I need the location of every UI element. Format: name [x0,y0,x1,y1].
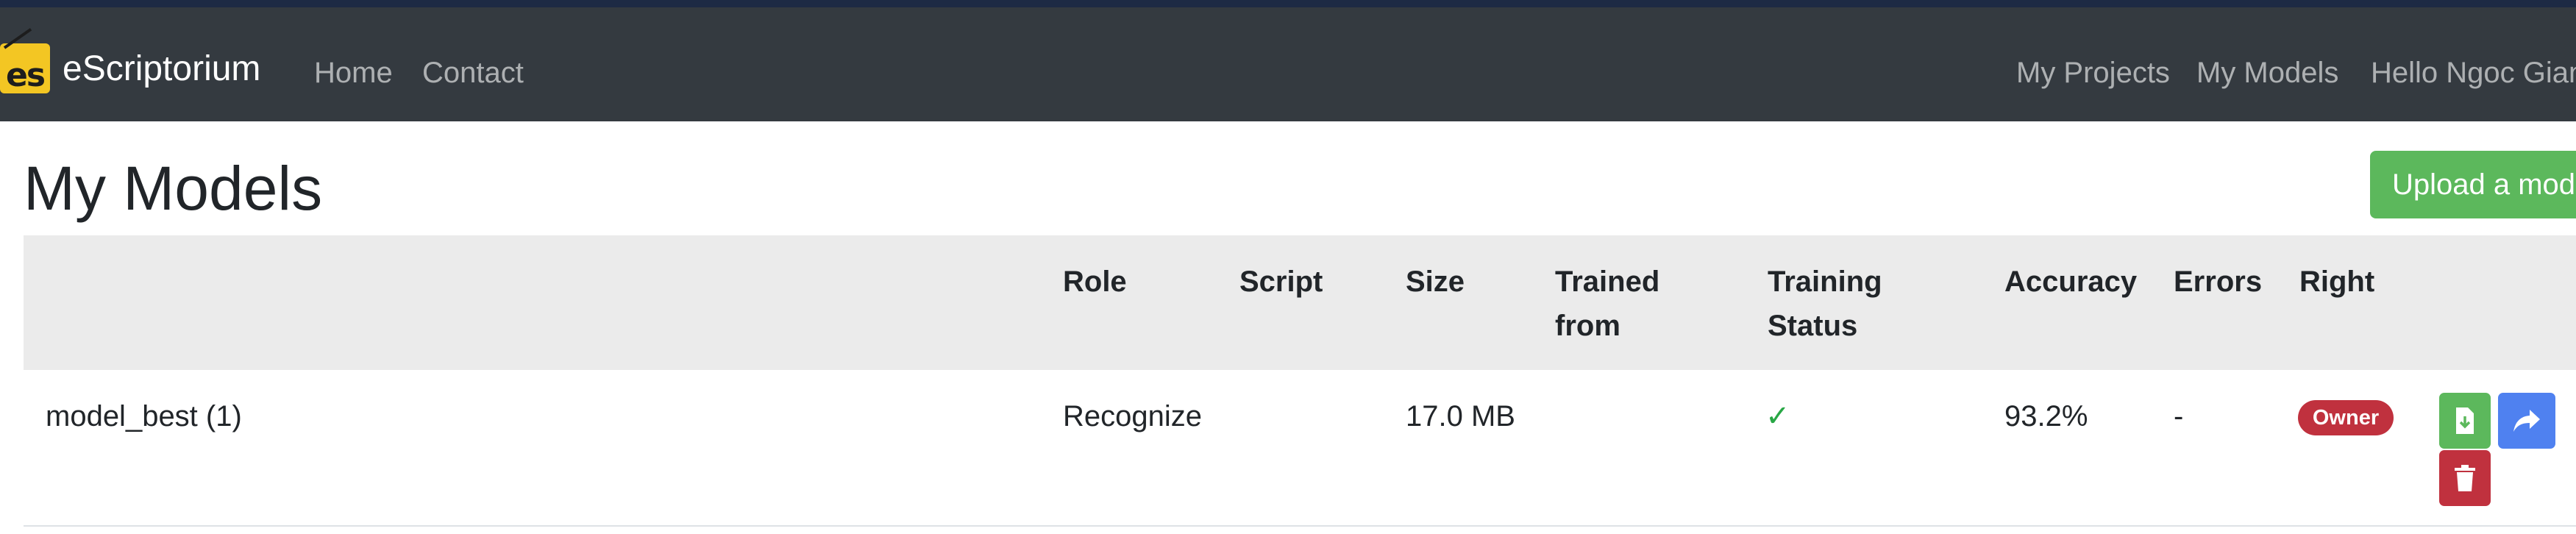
header-script: Script [1239,266,1323,298]
table-row [24,370,2576,527]
logo-text: es [5,57,46,94]
nav-my-projects-link[interactable]: My Projects [2016,55,2170,90]
header-role: Role [1063,266,1127,298]
upload-model-button[interactable]: Upload a model [2370,151,2576,218]
model-role: Recognize [1063,400,1203,432]
model-errors: - [2174,400,2184,432]
header-trained-from-line2: from [1555,310,1620,342]
model-accuracy: 93.2% [2004,400,2088,432]
nav-contact-link[interactable]: Contact [422,55,524,90]
download-model-button[interactable] [2439,393,2491,449]
trash-icon [2455,465,2475,491]
nav-user-menu[interactable]: Hello Ngoc Giang [2371,55,2576,90]
navbar: es eScriptorium Home Contact My Projects… [0,7,2576,121]
share-model-button[interactable] [2498,393,2555,449]
model-size: 17.0 MB [1406,400,1515,432]
window-top-border [0,0,2576,7]
owner-badge: Owner [2298,400,2394,435]
header-errors: Errors [2174,266,2263,298]
model-name[interactable]: model_best (1) [46,394,242,438]
nav-home-link[interactable]: Home [314,55,393,90]
delete-model-button[interactable] [2439,450,2491,506]
check-icon: ✓ [1765,399,1790,433]
brand-name[interactable]: eScriptorium [63,49,260,90]
header-size: Size [1406,266,1465,298]
header-trained-from-line1: Trained [1555,266,1660,298]
share-icon [2513,410,2540,432]
escriptorium-logo-icon[interactable]: es [0,28,50,94]
header-training-status-line1: Training [1768,266,1882,298]
header-accuracy: Accuracy [2004,266,2138,298]
header-right: Right [2299,266,2375,298]
download-icon [2456,407,2474,434]
page-title: My Models [24,154,323,223]
nav-my-models-link[interactable]: My Models [2196,55,2338,90]
header-training-status-line2: Status [1768,310,1858,342]
